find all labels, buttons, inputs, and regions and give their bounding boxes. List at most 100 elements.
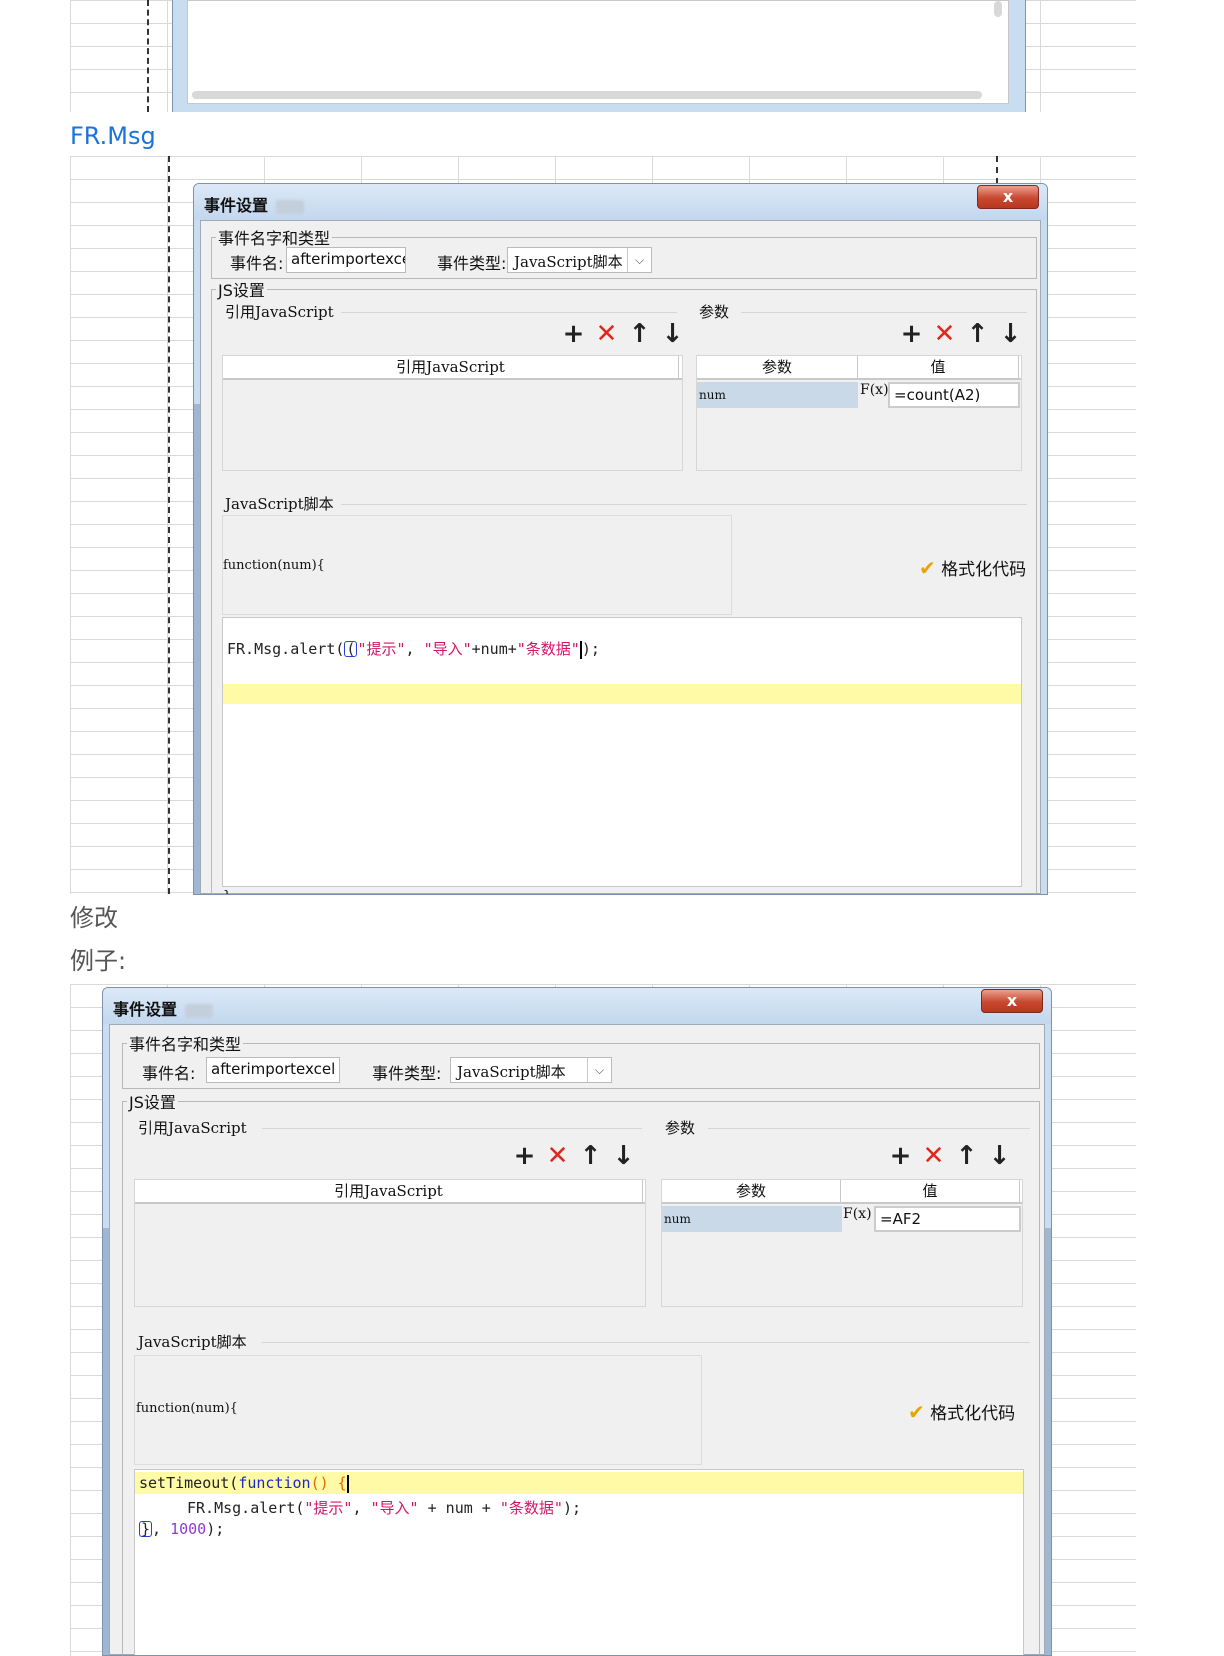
chevron-down-icon: ⌵ bbox=[587, 1058, 611, 1082]
params-toolbar: + ✕ ↑ ↓ bbox=[895, 319, 1027, 349]
delete-icon[interactable]: ✕ bbox=[928, 319, 961, 349]
params-section-label: 参数 bbox=[699, 303, 730, 321]
current-line-highlight bbox=[223, 684, 1021, 704]
heading-frmsg[interactable]: FR.Msg bbox=[70, 121, 156, 151]
previous-editor bbox=[187, 0, 1009, 104]
script-section-label: JavaScript脚本 bbox=[138, 1333, 247, 1351]
move-down-icon[interactable]: ↓ bbox=[656, 319, 689, 349]
text-caret bbox=[346, 1474, 349, 1493]
move-down-icon[interactable]: ↓ bbox=[994, 319, 1027, 349]
event-name-input[interactable]: afterimportexcel bbox=[206, 1057, 340, 1083]
code-line-1: FR.Msg.alert(("提示", "导入"+num+"条数据"); bbox=[227, 640, 600, 659]
add-icon[interactable]: + bbox=[895, 319, 928, 349]
closing-brace: } bbox=[223, 889, 231, 894]
value-column-header[interactable]: 值 bbox=[841, 1180, 1020, 1202]
move-up-icon[interactable]: ↑ bbox=[961, 319, 994, 349]
ref-js-toolbar: + ✕ ↑ ↓ bbox=[508, 1141, 640, 1171]
format-code-button[interactable]: ✔ 格式化代码 bbox=[919, 555, 1026, 580]
page-break-line bbox=[168, 156, 170, 894]
param-value-cell[interactable]: =AF2 bbox=[874, 1206, 1021, 1232]
brush-icon: ✔ bbox=[919, 556, 936, 580]
event-name-input[interactable]: afterimportexcel bbox=[286, 247, 406, 273]
heading-modify: 修改 bbox=[70, 904, 118, 932]
param-value-cell[interactable]: =count(A2) bbox=[888, 382, 1020, 408]
script-section-label: JavaScript脚本 bbox=[225, 495, 334, 513]
title-bar[interactable]: 事件设置 x bbox=[194, 184, 1047, 220]
bracket-match: ( bbox=[344, 640, 358, 658]
page-break-line bbox=[147, 0, 149, 112]
code-line-3: }, 1000); bbox=[139, 1520, 225, 1538]
delete-icon[interactable]: ✕ bbox=[590, 319, 623, 349]
formula-icon[interactable]: F(x) bbox=[843, 1206, 873, 1232]
dialog-title: 事件设置 bbox=[204, 192, 305, 216]
format-code-button[interactable]: ✔ 格式化代码 bbox=[908, 1399, 1015, 1424]
delete-icon[interactable]: ✕ bbox=[541, 1141, 574, 1171]
divider bbox=[341, 312, 677, 313]
move-down-icon[interactable]: ↓ bbox=[607, 1141, 640, 1171]
event-name-label: 事件名: bbox=[230, 254, 284, 273]
move-up-icon[interactable]: ↑ bbox=[950, 1141, 983, 1171]
ref-js-column-header[interactable]: 引用JavaScript bbox=[135, 1180, 643, 1202]
ref-js-toolbar: + ✕ ↑ ↓ bbox=[557, 319, 689, 349]
params-table[interactable]: 参数 值 num F(x) =count(A2) bbox=[696, 355, 1022, 471]
table-row[interactable]: num F(x) =AF2 bbox=[662, 1206, 1022, 1232]
table-header: 参数 值 bbox=[662, 1180, 1022, 1204]
brush-icon: ✔ bbox=[908, 1400, 925, 1424]
ref-js-column-header[interactable]: 引用JavaScript bbox=[223, 356, 679, 378]
param-name-cell[interactable]: num bbox=[662, 1206, 842, 1232]
delete-icon[interactable]: ✕ bbox=[917, 1141, 950, 1171]
move-up-icon[interactable]: ↑ bbox=[574, 1141, 607, 1171]
chevron-down-icon: ⌵ bbox=[627, 248, 651, 272]
heading-example: 例子: bbox=[70, 947, 127, 975]
js-settings-legend: JS设置 bbox=[218, 281, 265, 300]
dialog-body: 事件名字和类型 事件名: afterimportexcel 事件类型: Java… bbox=[109, 1024, 1045, 1655]
table-header: 参数 值 bbox=[697, 356, 1021, 380]
param-column-header[interactable]: 参数 bbox=[662, 1180, 841, 1202]
event-settings-dialog-2: 事件设置 x 事件名字和类型 事件名: afterimportexcel 事件类… bbox=[102, 987, 1052, 1656]
ref-js-table[interactable]: 引用JavaScript bbox=[222, 355, 683, 471]
table-header: 引用JavaScript bbox=[135, 1180, 645, 1204]
event-type-label: 事件类型: bbox=[372, 1064, 442, 1083]
table-row[interactable]: num F(x) =count(A2) bbox=[697, 382, 1021, 408]
event-settings-dialog-1: 事件设置 x 事件名字和类型 事件名: afterimportexcel 事件类… bbox=[193, 183, 1048, 895]
params-table[interactable]: 参数 值 num F(x) =AF2 bbox=[661, 1179, 1023, 1307]
dialog-body: 事件名字和类型 事件名: afterimportexcel 事件类型: Java… bbox=[200, 220, 1041, 894]
add-icon[interactable]: + bbox=[508, 1141, 541, 1171]
title-bar[interactable]: 事件设置 x bbox=[103, 988, 1051, 1024]
close-button[interactable]: x bbox=[981, 989, 1043, 1013]
event-type-select[interactable]: JavaScript脚本 ⌵ bbox=[507, 247, 652, 273]
code-editor[interactable]: FR.Msg.alert(("提示", "导入"+num+"条数据"); bbox=[222, 617, 1022, 887]
add-icon[interactable]: + bbox=[557, 319, 590, 349]
add-icon[interactable]: + bbox=[884, 1141, 917, 1171]
divider bbox=[741, 312, 1027, 313]
side-scroll-strip bbox=[194, 404, 200, 894]
code-line-1: setTimeout(function() { bbox=[139, 1474, 349, 1493]
vertical-scrollbar[interactable] bbox=[994, 1, 1002, 17]
formula-icon[interactable]: F(x) bbox=[860, 382, 889, 408]
previous-dialog-fragment bbox=[172, 0, 1026, 112]
function-signature: function(num){ bbox=[223, 558, 325, 573]
code-editor[interactable]: setTimeout(function() { FR.Msg.alert("提示… bbox=[134, 1469, 1024, 1655]
move-down-icon[interactable]: ↓ bbox=[983, 1141, 1016, 1171]
move-up-icon[interactable]: ↑ bbox=[623, 319, 656, 349]
params-toolbar: + ✕ ↑ ↓ bbox=[884, 1141, 1016, 1171]
dialog-title: 事件设置 bbox=[113, 996, 214, 1020]
param-column-header[interactable]: 参数 bbox=[697, 356, 858, 378]
name-type-legend: 事件名字和类型 bbox=[218, 229, 331, 248]
param-name-cell[interactable]: num bbox=[697, 382, 858, 408]
function-signature: function(num){ bbox=[136, 1401, 238, 1416]
js-settings-legend: JS设置 bbox=[129, 1093, 176, 1112]
ref-js-section-label: 引用JavaScript bbox=[138, 1119, 247, 1137]
side-scroll-strip bbox=[103, 1228, 109, 1655]
ref-js-table[interactable]: 引用JavaScript bbox=[134, 1179, 646, 1307]
divider bbox=[262, 1128, 642, 1129]
horizontal-scrollbar[interactable] bbox=[192, 91, 982, 99]
code-line-2: FR.Msg.alert("提示", "导入" + num + "条数据"); bbox=[187, 1499, 581, 1517]
divider bbox=[708, 1128, 1030, 1129]
divider bbox=[262, 1342, 1030, 1343]
page-break-line bbox=[996, 156, 998, 184]
bracket-match: } bbox=[139, 1520, 153, 1538]
close-button[interactable]: x bbox=[977, 185, 1039, 209]
event-type-select[interactable]: JavaScript脚本 ⌵ bbox=[450, 1057, 612, 1083]
value-column-header[interactable]: 值 bbox=[858, 356, 1019, 378]
